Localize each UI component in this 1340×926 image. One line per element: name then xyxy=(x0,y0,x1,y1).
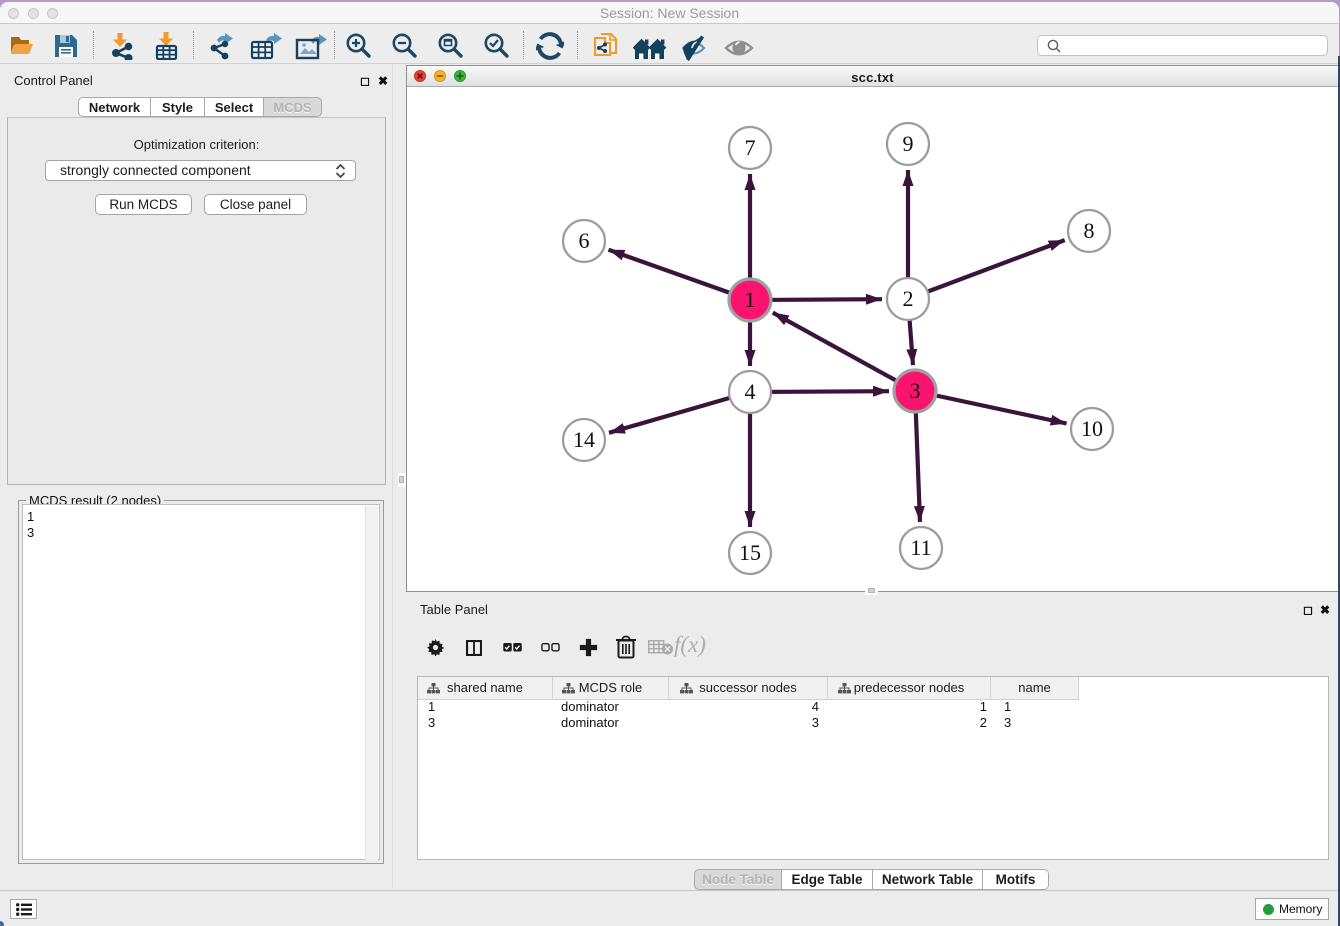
svg-text:11: 11 xyxy=(910,535,931,560)
svg-text:2: 2 xyxy=(903,286,914,311)
svg-text:1: 1 xyxy=(745,287,756,312)
svg-text:14: 14 xyxy=(573,427,595,452)
svg-text:9: 9 xyxy=(903,131,914,156)
svg-text:8: 8 xyxy=(1084,218,1095,243)
svg-text:3: 3 xyxy=(910,378,921,403)
svg-text:6: 6 xyxy=(579,228,590,253)
svg-text:10: 10 xyxy=(1081,416,1103,441)
svg-text:4: 4 xyxy=(745,379,756,404)
svg-text:7: 7 xyxy=(745,135,756,160)
svg-text:15: 15 xyxy=(739,540,761,565)
